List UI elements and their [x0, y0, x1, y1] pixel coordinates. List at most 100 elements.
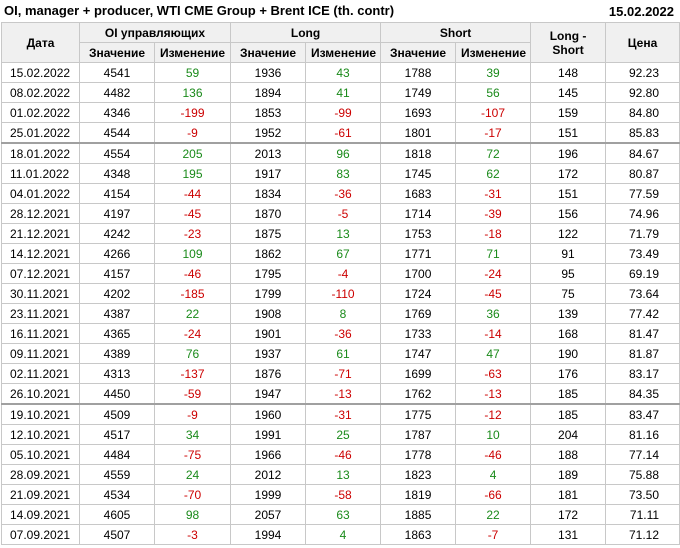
cell-short-change: 22	[455, 504, 532, 525]
report-title: OI, manager + producer, WTI CME Group + …	[4, 3, 395, 18]
cell-short-value: 1819	[380, 484, 457, 505]
cell-price: 71.11	[605, 504, 680, 525]
cell-long-short: 95	[530, 263, 607, 284]
cell-long-value: 1960	[230, 403, 307, 425]
positions-table: Дата OI управляющих Long Short Long - Sh…	[1, 22, 680, 545]
cell-oi-change: -75	[153, 444, 232, 465]
cell-oi-change: -46	[153, 263, 232, 284]
cell-long-change: -110	[305, 283, 382, 304]
cell-short-change: 71	[455, 243, 532, 264]
cell-date: 26.10.2021	[1, 383, 80, 405]
cell-long-value: 2012	[230, 464, 307, 485]
cell-long-value: 1966	[230, 444, 307, 465]
cell-oi-change: 34	[153, 424, 232, 445]
table-row: 01.02.2022 4346 -199 1853 -99 1693 -107 159 84.8…	[1, 102, 680, 123]
cell-oi-change: -70	[153, 484, 232, 505]
cell-short-value: 1769	[380, 303, 457, 324]
col-short-change: Изменение	[455, 42, 532, 63]
cell-long-short: 204	[530, 424, 607, 445]
cell-oi-change: -9	[153, 122, 232, 144]
cell-date: 09.11.2021	[1, 343, 80, 364]
cell-long-change: -46	[305, 444, 382, 465]
cell-long-short: 168	[530, 323, 607, 344]
cell-price: 84.67	[605, 142, 680, 164]
cell-long-change: 61	[305, 343, 382, 364]
cell-long-change: 83	[305, 163, 382, 184]
col-oi-value: Значение	[79, 42, 155, 63]
table-row: 04.01.2022 4154 -44 1834 -36 1683 -31 151 77.59	[1, 183, 680, 204]
cell-short-value: 1863	[380, 524, 457, 545]
cell-short-value: 1823	[380, 464, 457, 485]
cell-long-change: 4	[305, 524, 382, 545]
cell-short-value: 1700	[380, 263, 457, 284]
cell-price: 73.50	[605, 484, 680, 505]
cell-short-change: 36	[455, 303, 532, 324]
table-row: 21.12.2021 4242 -23 1875 13 1753 -18 122 71.79	[1, 223, 680, 244]
cell-oi-value: 4154	[79, 183, 155, 204]
cell-price: 81.16	[605, 424, 680, 445]
cell-oi-value: 4544	[79, 122, 155, 144]
cell-price: 92.23	[605, 62, 680, 83]
table-row: 30.11.2021 4202 -185 1799 -110 1724 -45 75 73.64	[1, 283, 680, 304]
cell-short-change: -31	[455, 183, 532, 204]
cell-long-change: -13	[305, 383, 382, 405]
cell-long-value: 1894	[230, 82, 307, 103]
cell-oi-change: 76	[153, 343, 232, 364]
col-short-value: Значение	[380, 42, 457, 63]
cell-oi-value: 4157	[79, 263, 155, 284]
cell-long-change: -5	[305, 203, 382, 224]
table-row: 19.10.2021 4509 -9 1960 -31 1775 -12 185 83.47	[1, 403, 680, 425]
cell-oi-value: 4313	[79, 363, 155, 384]
cell-short-change: -66	[455, 484, 532, 505]
cell-long-short: 145	[530, 82, 607, 103]
cell-short-value: 1699	[380, 363, 457, 384]
cell-short-value: 1762	[380, 383, 457, 405]
col-long-group: Long	[230, 22, 382, 43]
cell-long-value: 1908	[230, 303, 307, 324]
col-long-value: Значение	[230, 42, 307, 63]
cell-long-change: 41	[305, 82, 382, 103]
cell-long-value: 1999	[230, 484, 307, 505]
cell-date: 11.01.2022	[1, 163, 80, 184]
cell-oi-value: 4365	[79, 323, 155, 344]
cell-long-short: 151	[530, 122, 607, 144]
cell-long-value: 1834	[230, 183, 307, 204]
cell-date: 28.09.2021	[1, 464, 80, 485]
cell-price: 74.96	[605, 203, 680, 224]
cell-short-change: 72	[455, 142, 532, 164]
cell-oi-value: 4507	[79, 524, 155, 545]
cell-short-value: 1885	[380, 504, 457, 525]
table-row: 07.12.2021 4157 -46 1795 -4 1700 -24 95 69.19	[1, 263, 680, 284]
cell-short-value: 1724	[380, 283, 457, 304]
cell-date: 28.12.2021	[1, 203, 80, 224]
cell-long-value: 2013	[230, 142, 307, 164]
cell-long-short: 148	[530, 62, 607, 83]
cell-long-change: -61	[305, 122, 382, 144]
cell-long-short: 122	[530, 223, 607, 244]
cell-long-value: 1876	[230, 363, 307, 384]
cell-long-value: 1799	[230, 283, 307, 304]
cell-long-value: 1952	[230, 122, 307, 144]
cell-oi-change: 195	[153, 163, 232, 184]
cell-short-value: 1818	[380, 142, 457, 164]
cell-long-short: 139	[530, 303, 607, 324]
cell-short-value: 1693	[380, 102, 457, 123]
cell-oi-change: -45	[153, 203, 232, 224]
cell-date: 25.01.2022	[1, 122, 80, 144]
cell-short-value: 1745	[380, 163, 457, 184]
cell-long-value: 1870	[230, 203, 307, 224]
cell-oi-change: 59	[153, 62, 232, 83]
cell-long-change: 63	[305, 504, 382, 525]
cell-long-value: 1917	[230, 163, 307, 184]
cell-short-change: 4	[455, 464, 532, 485]
table-row: 26.10.2021 4450 -59 1947 -13 1762 -13 185 84.35	[1, 383, 680, 405]
cell-date: 02.11.2021	[1, 363, 80, 384]
table-row: 09.11.2021 4389 76 1937 61 1747 47 190 81.87	[1, 343, 680, 364]
cell-oi-value: 4605	[79, 504, 155, 525]
cell-oi-change: -199	[153, 102, 232, 123]
cell-date: 19.10.2021	[1, 403, 80, 425]
cell-short-change: 56	[455, 82, 532, 103]
cell-date: 01.02.2022	[1, 102, 80, 123]
cell-date: 23.11.2021	[1, 303, 80, 324]
cell-date: 16.11.2021	[1, 323, 80, 344]
